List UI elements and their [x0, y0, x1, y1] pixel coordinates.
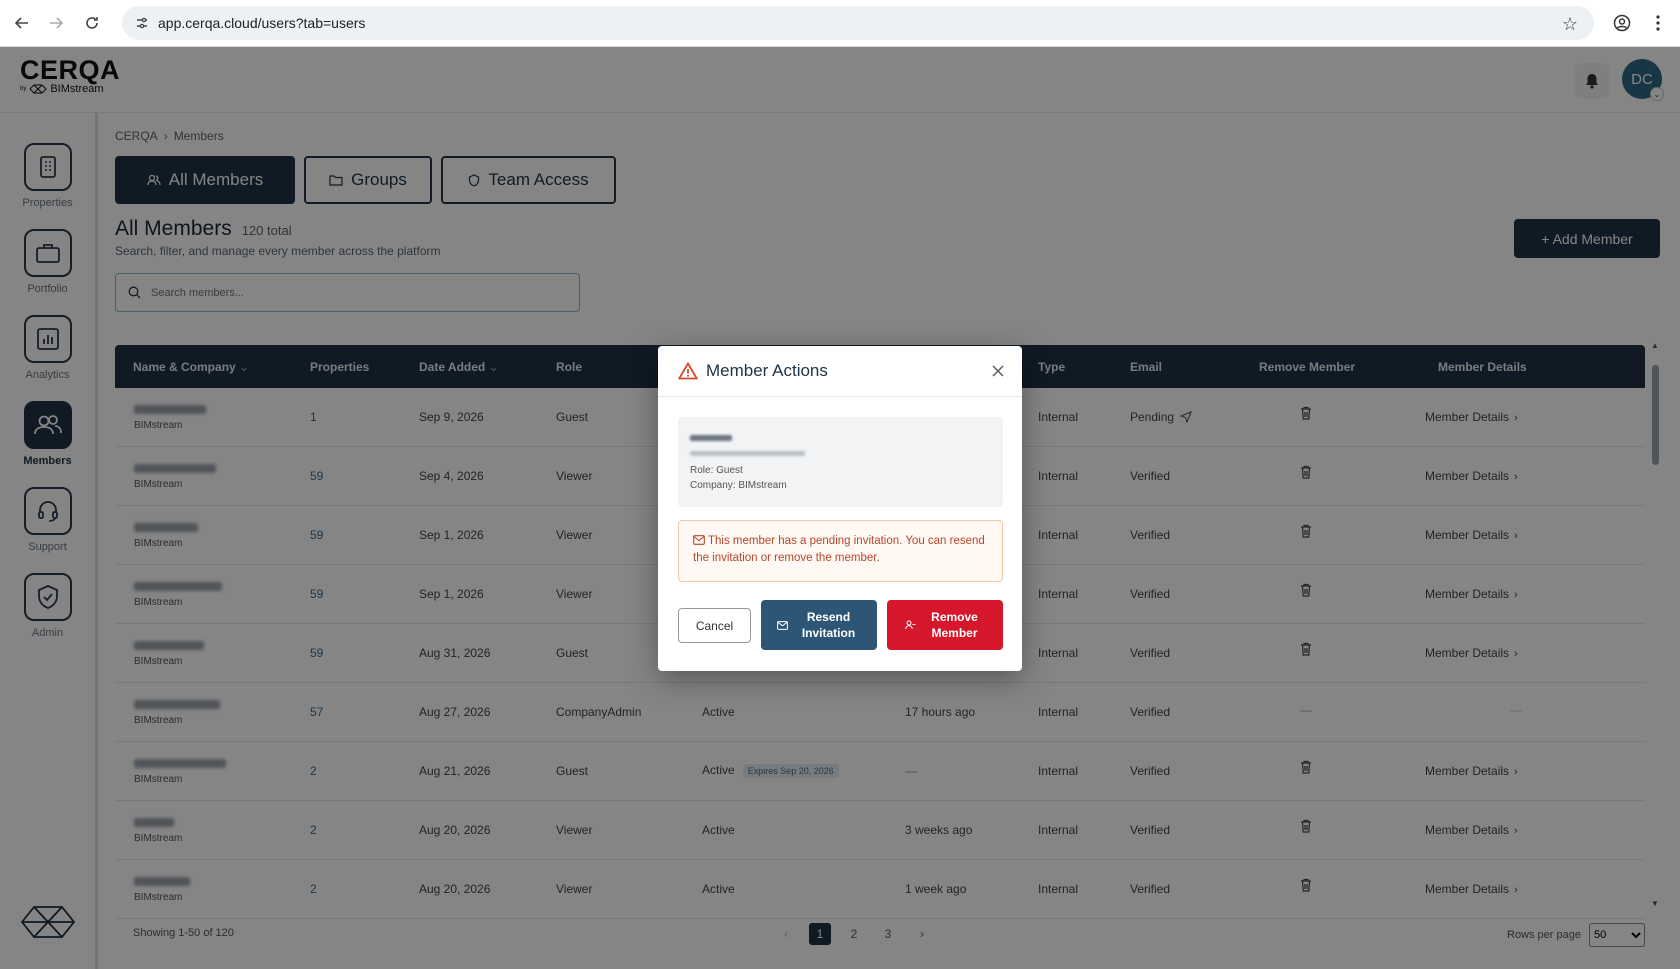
cancel-button[interactable]: Cancel [678, 608, 751, 643]
remove-member-button[interactable]: Remove Member [887, 600, 1003, 650]
member-company: Company: BIMstream [690, 480, 787, 491]
reload-icon[interactable] [80, 11, 104, 35]
profile-icon[interactable] [1610, 11, 1634, 35]
browser-toolbar: app.cerqa.cloud/users?tab=users ☆ [0, 0, 1680, 47]
site-settings-icon[interactable] [132, 13, 152, 33]
forward-arrow-icon[interactable] [44, 11, 68, 35]
member-role: Role: Guest [690, 465, 743, 476]
dialog-header: Member Actions [658, 346, 1022, 397]
warning-triangle-icon [678, 362, 698, 380]
address-bar[interactable]: app.cerqa.cloud/users?tab=users ☆ [122, 6, 1594, 40]
browser-menu-icon[interactable] [1646, 11, 1670, 35]
dialog-title: Member Actions [706, 361, 828, 380]
back-arrow-icon[interactable] [10, 11, 34, 35]
member-summary-card: Role: Guest Company: BIMstream [678, 417, 1003, 507]
url-text: app.cerqa.cloud/users?tab=users [158, 15, 366, 31]
pending-invitation-alert: This member has a pending invitation. Yo… [678, 520, 1003, 582]
close-icon[interactable] [992, 361, 1004, 382]
redacted-member-email [690, 451, 805, 456]
member-actions-dialog: Member Actions Role: Guest Company: BIMs… [658, 346, 1022, 671]
bookmark-star-icon[interactable]: ☆ [1562, 14, 1578, 35]
redacted-member-name [690, 435, 732, 441]
envelope-icon [693, 535, 705, 545]
user-minus-icon [904, 620, 915, 630]
resend-invitation-button[interactable]: Resend Invitation [761, 600, 877, 650]
envelope-icon [776, 620, 788, 630]
